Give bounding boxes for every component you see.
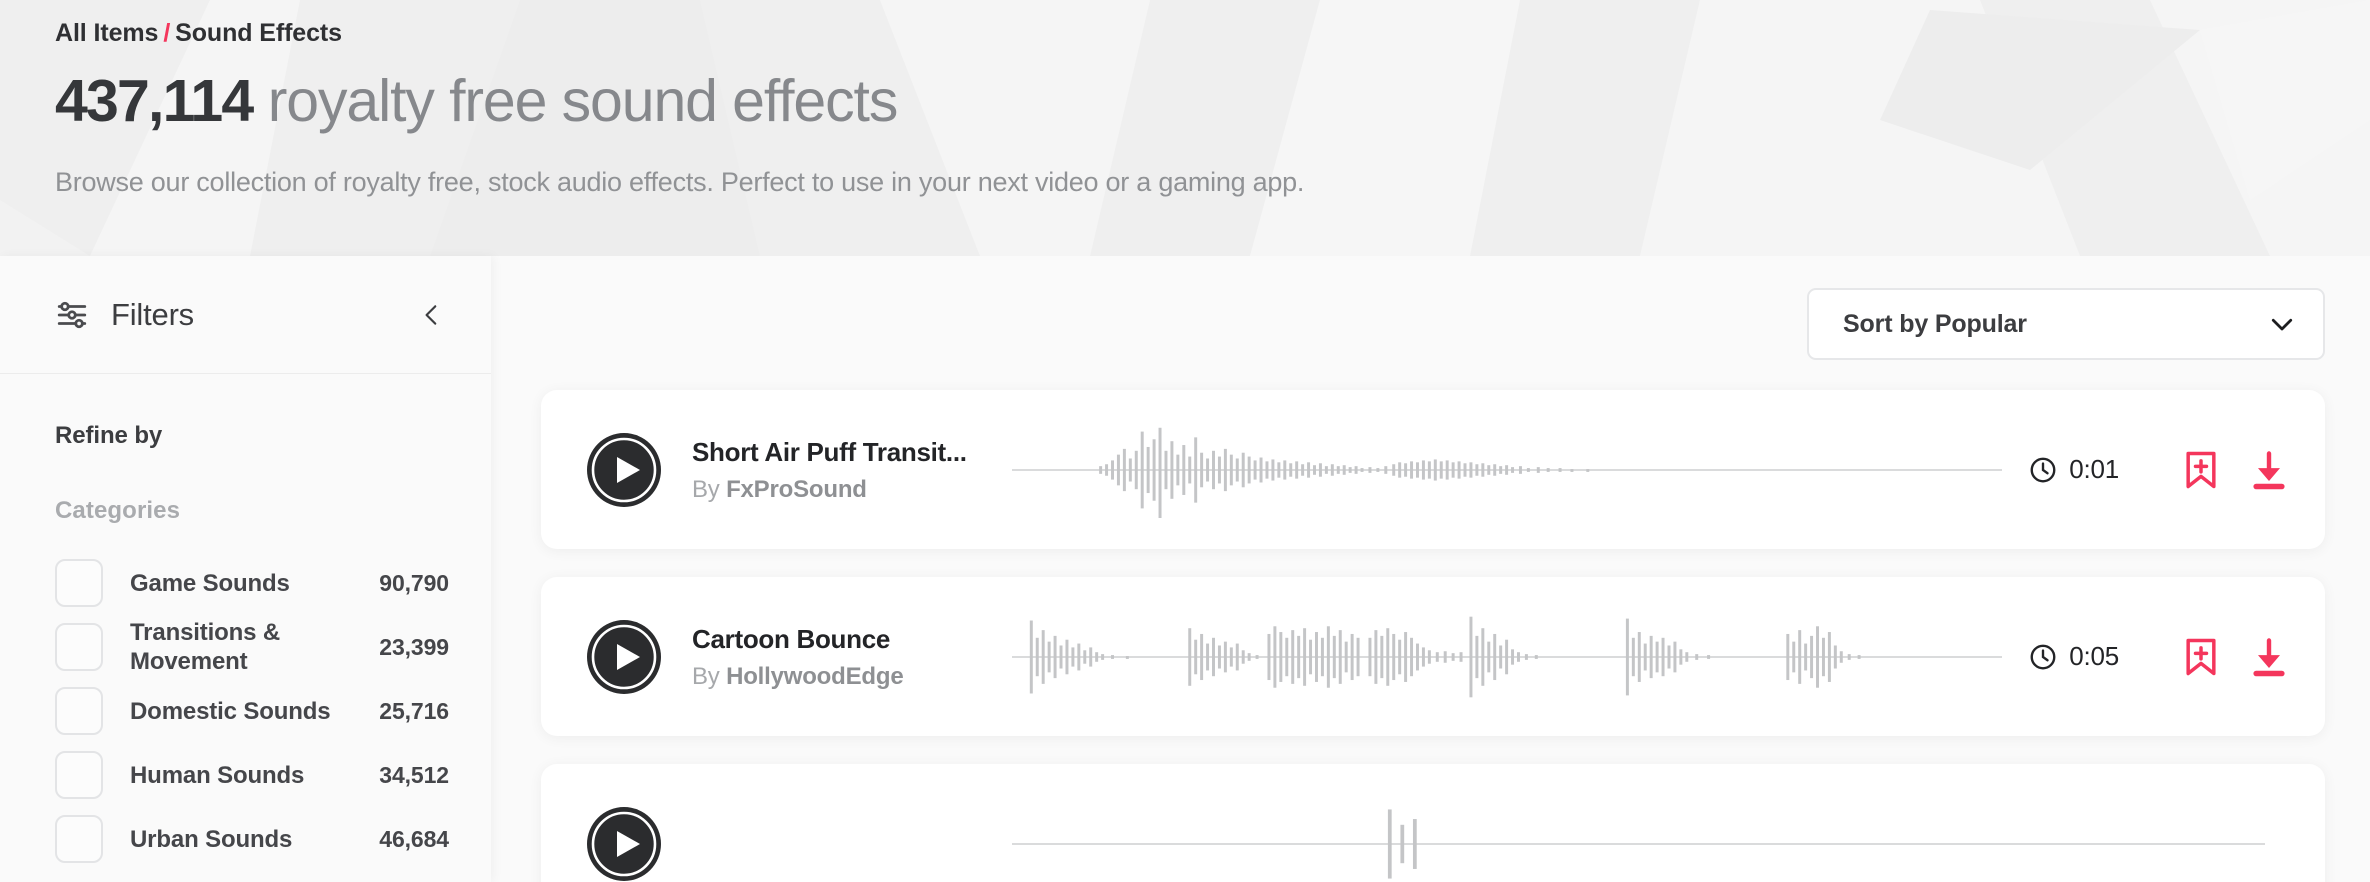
results-list: Short Air Puff Transit... By FxProSound: [541, 390, 2325, 882]
results-count: 437,114: [55, 68, 254, 134]
play-icon[interactable]: [587, 619, 661, 694]
filters-title: Filters: [111, 296, 194, 332]
track-author: By HollywoodEdge: [692, 662, 1002, 691]
track-title[interactable]: Short Air Puff Transit...: [692, 436, 1002, 468]
page-body: Filters Refine by Categories Game Sounds…: [0, 256, 2370, 882]
play-icon[interactable]: [587, 432, 661, 507]
chevron-down-icon: [2271, 318, 2293, 331]
category-label: Domestic Sounds: [130, 697, 331, 725]
download-icon[interactable]: [2247, 448, 2291, 492]
track-actions: 0:01: [2028, 448, 2291, 492]
track-row[interactable]: Cartoon Bounce By HollywoodEdge 0:05: [541, 577, 2325, 736]
track-row[interactable]: [541, 764, 2325, 882]
waveform-graphic: [1012, 616, 2003, 697]
categories-list: Game Sounds 90,790 Transitions & Movemen…: [0, 551, 491, 871]
category-checkbox[interactable]: [55, 751, 103, 799]
results-toolbar: Sort by Popular: [541, 256, 2325, 360]
download-icon[interactable]: [2247, 635, 2291, 679]
clock-icon: [2030, 644, 2056, 669]
page-subtitle: Browse our collection of royalty free, s…: [55, 167, 1305, 197]
category-count: 90,790: [379, 569, 449, 596]
bookmark-plus-icon[interactable]: [2179, 635, 2223, 679]
category-label: Urban Sounds: [130, 825, 293, 853]
track-meta: Cartoon Bounce By HollywoodEdge: [692, 623, 1002, 691]
sort-dropdown-label: Sort by Popular: [1843, 309, 2027, 338]
track-duration-text: 0:05: [2069, 641, 2119, 671]
page-title: 437,114 royalty free sound effects: [55, 71, 2370, 131]
category-checkbox[interactable]: [55, 687, 103, 735]
clock-icon: [2030, 457, 2056, 482]
category-checkbox[interactable]: [55, 815, 103, 863]
category-count: 46,684: [379, 825, 449, 852]
track-author-name[interactable]: HollywoodEdge: [726, 663, 904, 690]
filters-header: Filters: [0, 256, 491, 374]
category-count: 23,399: [379, 633, 449, 660]
waveform-graphic: [1012, 808, 2265, 879]
category-row[interactable]: Domestic Sounds 25,716: [55, 679, 449, 743]
category-row[interactable]: Transitions & Movement 23,399: [55, 615, 449, 679]
waveform[interactable]: [1012, 422, 2003, 518]
track-title[interactable]: Cartoon Bounce: [692, 623, 1002, 655]
page-title-rest: royalty free sound effects: [252, 68, 899, 134]
category-label: Human Sounds: [130, 761, 305, 789]
track-meta: Short Air Puff Transit... By FxProSound: [692, 436, 1002, 504]
category-count: 25,716: [379, 697, 449, 724]
categories-heading: Categories: [55, 497, 181, 524]
category-checkbox[interactable]: [55, 623, 103, 671]
track-duration: 0:01: [2028, 454, 2119, 485]
bookmark-plus-icon[interactable]: [2179, 448, 2223, 492]
track-duration-text: 0:01: [2069, 454, 2119, 484]
track-author-prefix: By: [692, 475, 727, 503]
waveform[interactable]: [1012, 609, 2003, 705]
refine-by-heading: Refine by: [55, 422, 163, 449]
track-author: By FxProSound: [692, 475, 1002, 504]
track-row[interactable]: Short Air Puff Transit... By FxProSound: [541, 390, 2325, 549]
chevron-left-icon: [425, 304, 437, 325]
category-checkbox[interactable]: [55, 559, 103, 607]
breadcrumb-item-all-items[interactable]: All Items: [55, 19, 158, 47]
waveform-graphic: [1012, 427, 2003, 518]
track-duration: 0:05: [2028, 641, 2119, 672]
track-author-name[interactable]: FxProSound: [726, 476, 867, 503]
results-panel: Sort by Popular Short Air Puff Transit..…: [491, 256, 2370, 882]
track-actions: 0:05: [2028, 635, 2291, 679]
track-author-prefix: By: [692, 662, 727, 690]
breadcrumb-item-sound-effects[interactable]: Sound Effects: [175, 19, 342, 47]
filters-collapse-button[interactable]: [415, 298, 449, 332]
filters-sidebar: Filters Refine by Categories Game Sounds…: [0, 256, 491, 882]
hero-banner: All Items / Sound Effects 437,114 royalty …: [0, 0, 2370, 256]
category-row[interactable]: Game Sounds 90,790: [55, 551, 449, 615]
category-label: Transitions & Movement: [130, 619, 281, 675]
waveform[interactable]: [1012, 796, 2265, 882]
category-row[interactable]: Urban Sounds 46,684: [55, 807, 449, 871]
breadcrumb-separator: /: [163, 19, 171, 47]
sliders-icon: [57, 301, 87, 328]
category-count: 34,512: [379, 761, 449, 788]
category-label: Game Sounds: [130, 569, 290, 597]
play-icon[interactable]: [587, 806, 661, 881]
sort-dropdown[interactable]: Sort by Popular: [1807, 288, 2325, 360]
category-row[interactable]: Human Sounds 34,512: [55, 743, 449, 807]
breadcrumb: All Items / Sound Effects: [55, 16, 2370, 50]
